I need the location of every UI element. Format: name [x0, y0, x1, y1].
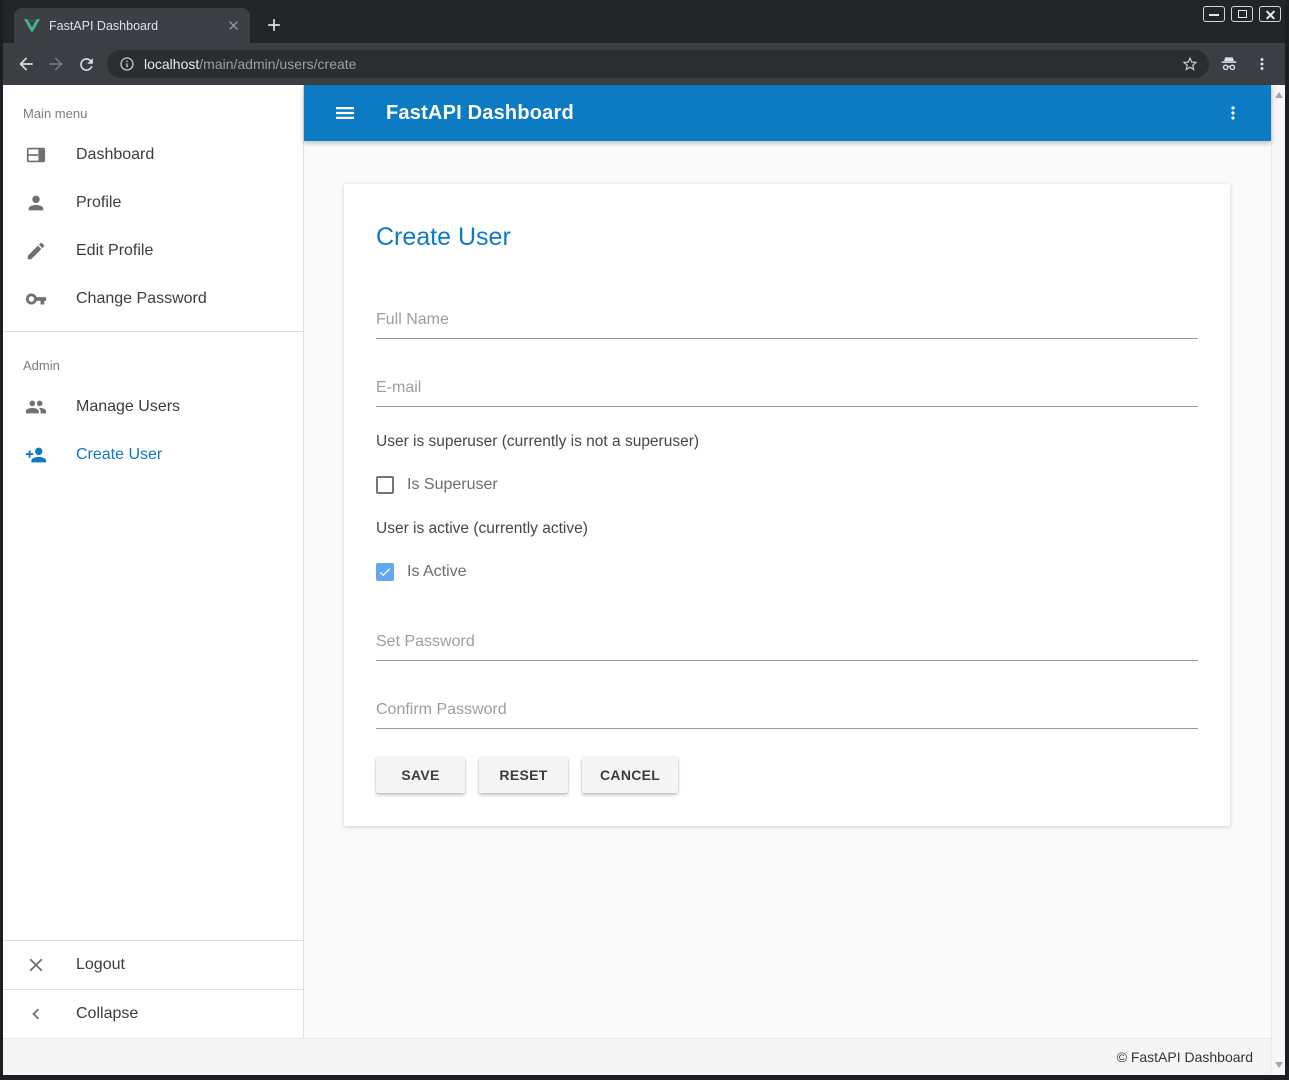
- is-active-label: Is Active: [407, 563, 467, 581]
- superuser-note: User is superuser (currently is not a su…: [376, 433, 1198, 451]
- hamburger-menu-icon[interactable]: [333, 101, 357, 125]
- sidebar-item-label: Change Password: [76, 290, 207, 308]
- browser-tab[interactable]: FastAPI Dashboard: [14, 8, 250, 43]
- sidebar-item-label: Profile: [76, 194, 121, 212]
- superuser-checkbox-row: Is Superuser: [376, 476, 1198, 494]
- cancel-button[interactable]: CANCEL: [582, 757, 678, 793]
- tab-strip: FastAPI Dashboard: [3, 0, 1285, 43]
- appbar-title: FastAPI Dashboard: [386, 102, 574, 125]
- active-checkbox-row: Is Active: [376, 563, 1198, 581]
- key-icon: [24, 287, 48, 311]
- sidebar-item-dashboard[interactable]: Dashboard: [3, 131, 303, 179]
- vue-favicon-icon: [24, 18, 40, 34]
- is-active-checkbox[interactable]: [376, 563, 394, 581]
- scroll-down-arrow-icon[interactable]: [1275, 1062, 1283, 1068]
- scroll-up-arrow-icon[interactable]: [1275, 92, 1283, 98]
- browser-chrome: FastAPI Dashboard localhost/main: [3, 0, 1285, 85]
- footer-copyright: © FastAPI Dashboard: [1117, 1049, 1253, 1065]
- url-path: /main/admin/users/create: [199, 56, 356, 72]
- active-note: User is active (currently active): [376, 520, 1198, 538]
- create-user-card: Create User User is superuser (currently…: [344, 184, 1230, 826]
- close-x-icon: [24, 953, 48, 977]
- set-password-input[interactable]: [376, 627, 1198, 661]
- sidebar-item-label: Create User: [76, 446, 162, 464]
- sidebar-item-logout[interactable]: Logout: [3, 941, 303, 989]
- sidebar-item-change-password[interactable]: Change Password: [3, 275, 303, 323]
- person-icon: [24, 191, 48, 215]
- sidebar-item-edit-profile[interactable]: Edit Profile: [3, 227, 303, 275]
- maximize-button[interactable]: [1231, 6, 1253, 22]
- incognito-icon: [1219, 54, 1239, 74]
- checkmark-icon: [378, 564, 392, 580]
- sidebar-item-label: Collapse: [76, 1005, 138, 1023]
- browser-toolbar: localhost/main/admin/users/create: [3, 43, 1285, 85]
- save-button[interactable]: SAVE: [376, 757, 465, 793]
- back-icon[interactable]: [11, 49, 41, 79]
- full-name-field-wrap: [376, 305, 1198, 339]
- tab-close-icon[interactable]: [224, 17, 242, 35]
- person-add-icon: [24, 443, 48, 467]
- toolbar-right: [1219, 54, 1275, 74]
- confirm-password-input[interactable]: [376, 695, 1198, 729]
- url-host: localhost: [144, 56, 199, 72]
- sidebar-item-label: Edit Profile: [76, 242, 153, 260]
- page-footer: © FastAPI Dashboard: [3, 1038, 1271, 1075]
- sidebar-bottom: Logout Collapse: [3, 940, 303, 1038]
- minimize-button[interactable]: [1203, 6, 1225, 22]
- browser-menu-icon[interactable]: [1253, 55, 1271, 73]
- email-field-wrap: [376, 373, 1198, 407]
- forward-icon[interactable]: [41, 49, 71, 79]
- bookmark-star-icon[interactable]: [1181, 55, 1199, 73]
- pencil-icon: [24, 239, 48, 263]
- url-text: localhost/main/admin/users/create: [144, 56, 356, 72]
- sidebar-item-label: Manage Users: [76, 398, 180, 416]
- site-info-icon[interactable]: [119, 56, 135, 72]
- new-tab-button[interactable]: [262, 13, 286, 37]
- chevron-left-icon: [24, 1002, 48, 1026]
- page-viewport: Main menu Dashboard Profile Edit Profile…: [3, 85, 1285, 1075]
- sidebar-section-admin-label: Admin: [3, 340, 303, 383]
- sidebar: Main menu Dashboard Profile Edit Profile…: [3, 85, 304, 1038]
- close-button[interactable]: [1259, 6, 1281, 22]
- app-bar: FastAPI Dashboard: [304, 85, 1271, 141]
- sidebar-item-profile[interactable]: Profile: [3, 179, 303, 227]
- full-name-input[interactable]: [376, 305, 1198, 339]
- set-password-field-wrap: [376, 627, 1198, 661]
- page-title: Create User: [376, 224, 1198, 251]
- reset-button[interactable]: RESET: [479, 757, 568, 793]
- is-superuser-checkbox[interactable]: [376, 476, 394, 494]
- address-bar[interactable]: localhost/main/admin/users/create: [107, 50, 1209, 78]
- sidebar-item-label: Logout: [76, 956, 125, 974]
- sidebar-divider: [3, 331, 303, 332]
- sidebar-section-main-label: Main menu: [3, 85, 303, 131]
- vertical-scrollbar[interactable]: [1271, 85, 1285, 1075]
- main-content: Create User User is superuser (currently…: [304, 141, 1271, 1038]
- confirm-password-field-wrap: [376, 695, 1198, 729]
- appbar-menu-icon[interactable]: [1221, 101, 1245, 125]
- sidebar-item-create-user[interactable]: Create User: [3, 431, 303, 479]
- form-buttons: SAVE RESET CANCEL: [376, 757, 1198, 793]
- window-controls: [1203, 6, 1281, 22]
- email-input[interactable]: [376, 373, 1198, 407]
- refresh-icon[interactable]: [71, 49, 101, 79]
- tab-title: FastAPI Dashboard: [49, 19, 224, 33]
- is-superuser-label: Is Superuser: [407, 476, 498, 494]
- group-icon: [24, 395, 48, 419]
- dashboard-icon: [24, 143, 48, 167]
- sidebar-item-collapse[interactable]: Collapse: [3, 990, 303, 1038]
- sidebar-item-manage-users[interactable]: Manage Users: [3, 383, 303, 431]
- sidebar-item-label: Dashboard: [76, 146, 154, 164]
